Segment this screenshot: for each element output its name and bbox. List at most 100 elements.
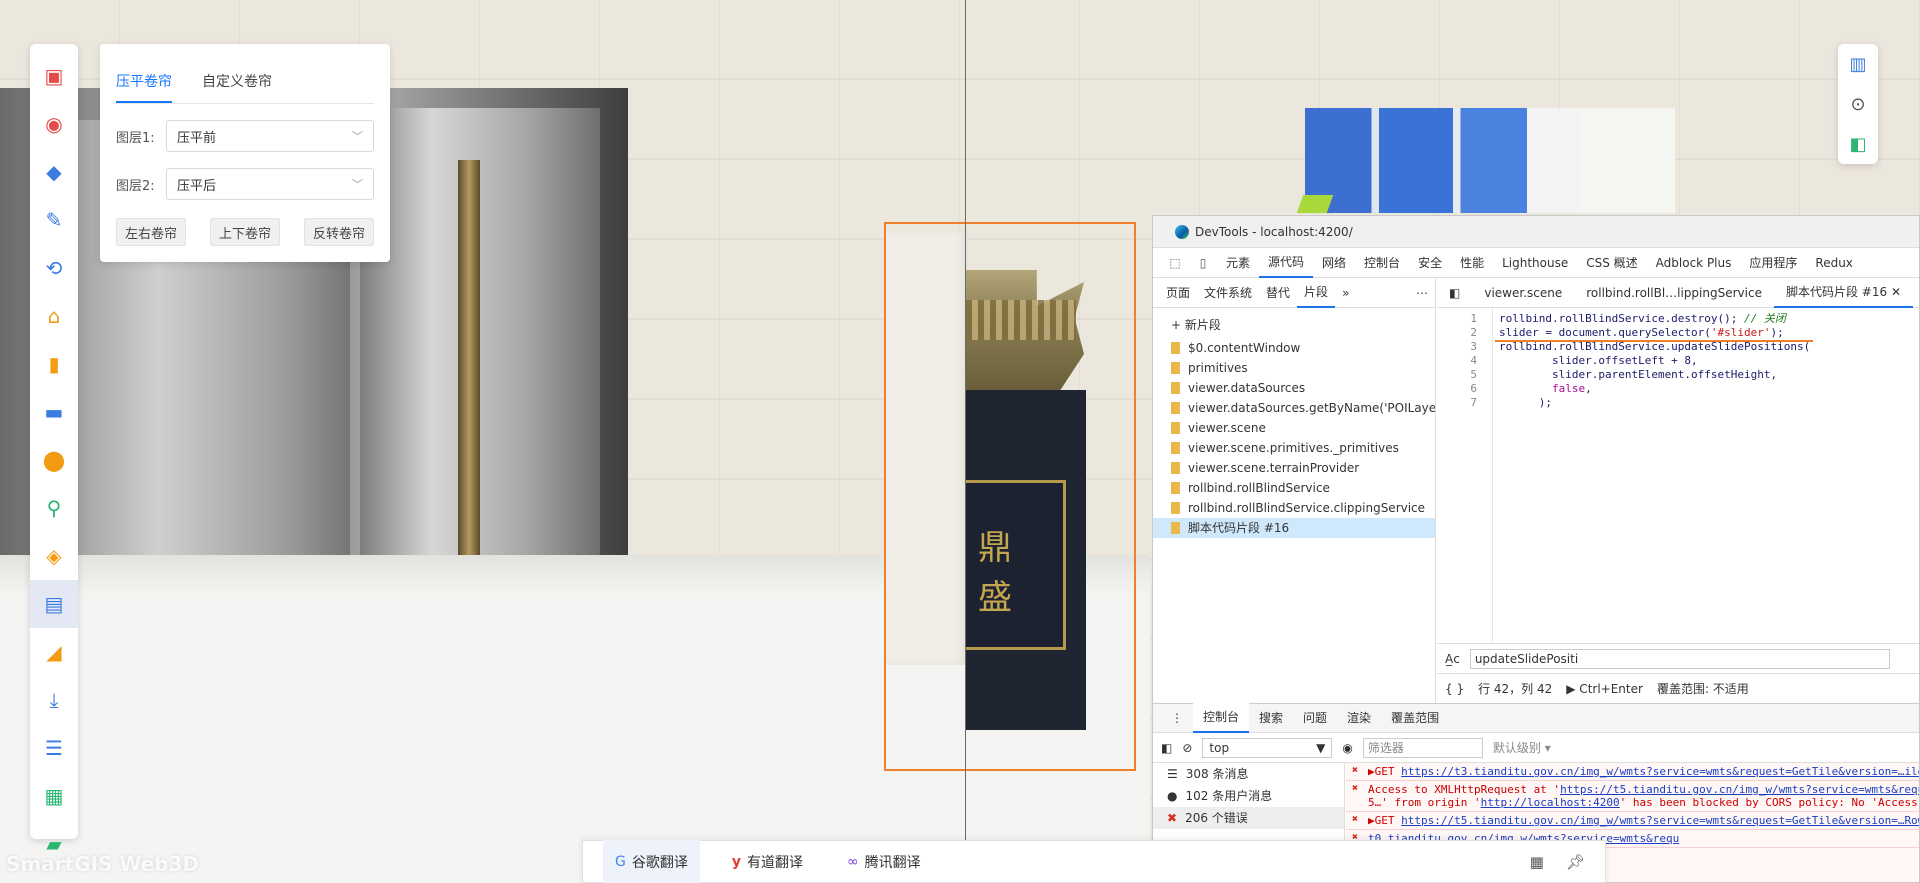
inspect-icon[interactable]: ⬚: [1161, 256, 1189, 270]
snippet-item[interactable]: rollbind.rollBlindService.clippingServic…: [1153, 498, 1435, 518]
tab-network[interactable]: 网络: [1313, 248, 1355, 278]
code-keyword: false: [1551, 382, 1586, 395]
msg-link[interactable]: https://t5.tianditu.gov.cn/img_w/wmts?se…: [1401, 814, 1919, 827]
transform-tool-button[interactable]: ⟲: [30, 244, 78, 292]
tab-redux[interactable]: Redux: [1806, 248, 1862, 278]
split-icon[interactable]: ◧: [1849, 134, 1866, 155]
file-tab[interactable]: viewer.scene: [1472, 278, 1574, 308]
snippet-item[interactable]: viewer.scene.terrainProvider: [1153, 458, 1435, 478]
console-filter-input[interactable]: 筛选器: [1362, 737, 1483, 758]
building-icon[interactable]: ▥: [1849, 54, 1866, 75]
tab-console[interactable]: 控制台: [1355, 248, 1409, 278]
drawer-menu-icon[interactable]: ⋮: [1161, 703, 1193, 733]
tab-snippets[interactable]: 片段: [1297, 278, 1336, 308]
polygon-tool-button[interactable]: ◢: [30, 628, 78, 676]
drawer-tab-search[interactable]: 搜索: [1249, 703, 1293, 733]
tab-elements[interactable]: 元素: [1217, 248, 1259, 278]
picture-tool-button[interactable]: ▣: [30, 52, 78, 100]
tencent-icon: ∞: [847, 853, 859, 870]
snippet-item[interactable]: rollbind.rollBlindService: [1153, 478, 1435, 498]
roller-blind-actions: 左右卷帘 上下卷帘 反转卷帘: [116, 218, 374, 246]
console-user-messages-item[interactable]: ● 102 条用户消息: [1153, 785, 1344, 807]
drawer-tab-console[interactable]: 控制台: [1193, 703, 1250, 733]
chart-tool-button[interactable]: ▮: [30, 340, 78, 388]
console-error[interactable]: ▶GET https://t5.tianditu.gov.cn/img_w/wm…: [1346, 812, 1919, 830]
file-tab[interactable]: rollbind.rollBl…lippingService: [1574, 278, 1774, 308]
eye-icon[interactable]: ◉: [1342, 741, 1352, 755]
layer2-select[interactable]: 压平后 ﹀: [166, 168, 374, 200]
match-case-icon[interactable]: A̲c: [1445, 652, 1460, 666]
tab-overrides[interactable]: 替代: [1259, 278, 1297, 308]
tencent-translate-tab[interactable]: ∞ 腾讯翻译: [835, 840, 933, 883]
pin-icon[interactable]: 📌︎: [1566, 853, 1585, 871]
kebab-menu-icon[interactable]: ⋯: [1409, 278, 1435, 308]
tab-flatten-blind[interactable]: 压平卷帘: [116, 71, 172, 103]
sources-panel: 页面 文件系统 替代 片段 » ⋯ + 新片段 $0.contentWindow…: [1153, 278, 1919, 703]
left-right-blind-button[interactable]: 左右卷帘: [116, 218, 187, 246]
code-token: slider.offsetLeft + 8,: [1499, 354, 1698, 367]
tab-page[interactable]: 页面: [1159, 278, 1197, 308]
file-tab-active[interactable]: 脚本代码片段 #16 ✕: [1773, 278, 1913, 308]
pretty-print-icon[interactable]: { }: [1445, 682, 1464, 696]
snippet-item[interactable]: primitives: [1153, 358, 1435, 378]
run-snippet-hint[interactable]: ▶ Ctrl+Enter: [1566, 682, 1643, 696]
more-tabs-icon[interactable]: »: [1335, 278, 1356, 308]
drawer-tab-rendering[interactable]: 渲染: [1337, 703, 1381, 733]
compass-icon[interactable]: ⊙: [1850, 94, 1865, 115]
new-snippet-button[interactable]: + 新片段: [1153, 312, 1435, 338]
tab-application[interactable]: 应用程序: [1740, 248, 1806, 278]
up-down-blind-button[interactable]: 上下卷帘: [209, 218, 280, 246]
reverse-blind-button[interactable]: 反转卷帘: [303, 218, 374, 246]
find-input[interactable]: updateSlidePositi: [1469, 648, 1890, 669]
console-messages-item[interactable]: ☰ 308 条消息: [1153, 763, 1344, 785]
location-tool-button[interactable]: ◉: [30, 100, 78, 148]
code-area[interactable]: 1 2 3 4 5 6 7 rollbind.rollBlindService.…: [1437, 308, 1919, 643]
tab-performance[interactable]: 性能: [1451, 248, 1493, 278]
download-tool-button[interactable]: ⤓: [30, 676, 78, 724]
comment-tool-button[interactable]: ▬: [30, 388, 78, 436]
layers-tool-button[interactable]: ☰: [30, 724, 78, 772]
tab-sources[interactable]: 源代码: [1259, 248, 1314, 278]
tab-security[interactable]: 安全: [1409, 248, 1451, 278]
roller-blind-tool-button[interactable]: ▤: [30, 580, 78, 628]
console-sidebar-icon[interactable]: ◧: [1161, 741, 1172, 755]
tab-adblock[interactable]: Adblock Plus: [1647, 248, 1741, 278]
grid-icon[interactable]: ▦: [1530, 853, 1544, 871]
navigator-toggle-icon[interactable]: ◧: [1437, 278, 1472, 308]
clear-console-icon[interactable]: ⊘: [1182, 741, 1192, 755]
msg-link[interactable]: http://localhost:4200: [1481, 796, 1620, 809]
route-tool-button[interactable]: ⚲: [30, 484, 78, 532]
tab-custom-blind[interactable]: 自定义卷帘: [202, 71, 272, 103]
close-icon[interactable]: ✕: [1891, 285, 1901, 299]
drawer-tab-coverage[interactable]: 覆盖范围: [1381, 703, 1449, 733]
device-toggle-icon[interactable]: ▯: [1189, 256, 1217, 270]
snippet-item[interactable]: viewer.scene: [1153, 418, 1435, 438]
tab-lighthouse[interactable]: Lighthouse: [1493, 248, 1577, 278]
google-translate-tab[interactable]: G 谷歌翻译: [603, 840, 700, 883]
marker-tool-button[interactable]: ⬤: [30, 436, 78, 484]
console-error[interactable]: Access to XMLHttpRequest at 'https://t5.…: [1346, 781, 1919, 812]
youdao-translate-tab[interactable]: y 有道翻译: [720, 840, 815, 883]
house-tool-button[interactable]: ⌂: [30, 292, 78, 340]
roller-blind-slider[interactable]: [965, 0, 966, 883]
snippet-item[interactable]: viewer.scene.primitives._primitives: [1153, 438, 1435, 458]
tab-css-overview[interactable]: CSS 概述: [1577, 248, 1646, 278]
msg-link[interactable]: https://t5.tianditu.gov.cn/img_w/wmts?se…: [1560, 783, 1919, 796]
box-tool-button[interactable]: ◈: [30, 532, 78, 580]
snippet-item-selected[interactable]: 脚本代码片段 #16: [1153, 518, 1435, 538]
console-errors-item[interactable]: ✖ 206 个错误: [1153, 807, 1344, 829]
draw-tool-button[interactable]: ✎: [30, 196, 78, 244]
file-tab[interactable]: conte: [1913, 278, 1919, 308]
layer1-select[interactable]: 压平前 ﹀: [166, 120, 374, 152]
console-error[interactable]: ▶GET https://t3.tianditu.gov.cn/img_w/wm…: [1346, 763, 1919, 781]
context-select[interactable]: top ▼: [1202, 737, 1333, 758]
report-tool-button[interactable]: ▦: [30, 772, 78, 820]
snippet-item[interactable]: $0.contentWindow: [1153, 338, 1435, 358]
msg-link[interactable]: https://t3.tianditu.gov.cn/img_w/wmts?se…: [1401, 765, 1919, 778]
tab-filesystem[interactable]: 文件系统: [1197, 278, 1259, 308]
snippet-item[interactable]: viewer.dataSources.getByName('POILayer')…: [1153, 398, 1435, 418]
drawer-tab-issues[interactable]: 问题: [1293, 703, 1337, 733]
log-level-select[interactable]: 默认级别 ▾: [1493, 739, 1551, 756]
tag-tool-button[interactable]: ◆: [30, 148, 78, 196]
snippet-item[interactable]: viewer.dataSources: [1153, 378, 1435, 398]
